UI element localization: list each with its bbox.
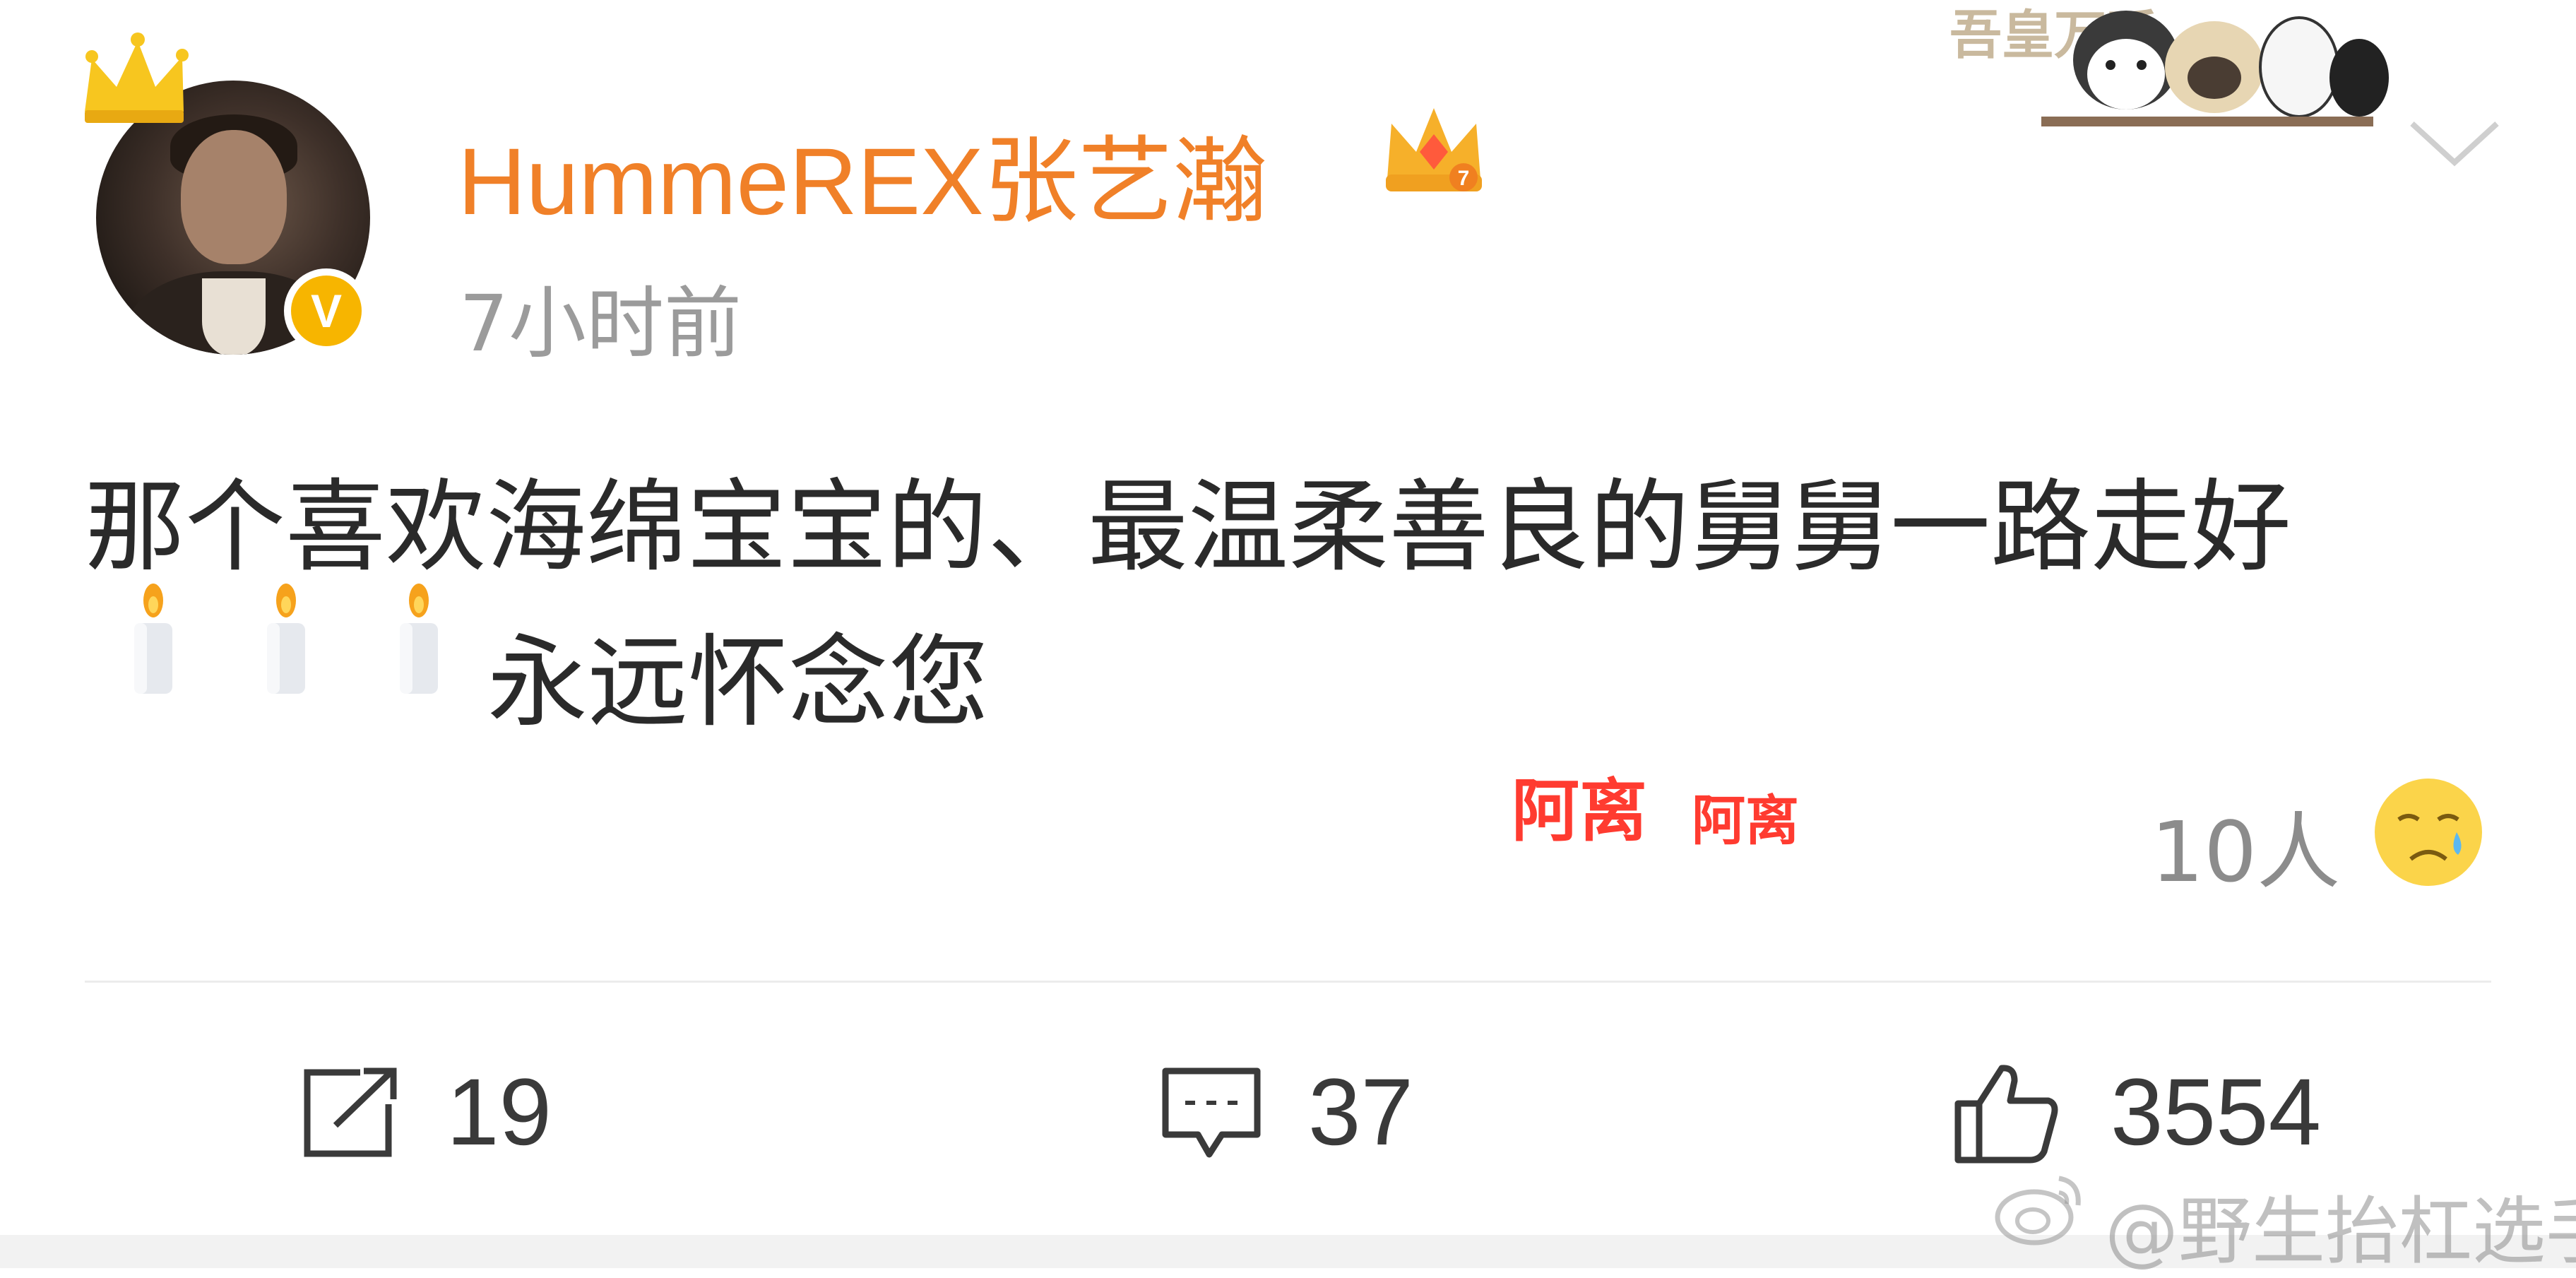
credit-text: @野生抬杠选手 xyxy=(2105,1188,2576,1274)
sticker-decoration-icon: 吾皇万睡 xyxy=(1949,5,2389,126)
post-text-line-1: 那个喜欢海绵宝宝的、最温柔善良的舅舅一路走好 xyxy=(85,469,2291,586)
comment-button[interactable]: 37 xyxy=(1158,1060,1455,1166)
candle-icon xyxy=(400,584,438,694)
post-text-line-2: 永远怀念您 xyxy=(487,625,989,741)
comment-count: 37 xyxy=(1308,1060,1414,1165)
vip-crown-icon[interactable]: 7 xyxy=(1377,95,1490,201)
tears-emoji-icon[interactable] xyxy=(2372,776,2485,889)
candle-icon xyxy=(267,584,305,694)
chevron-down-icon[interactable] xyxy=(2402,106,2507,177)
husky-sticker-icon xyxy=(2073,11,2179,110)
divider xyxy=(85,981,2491,983)
avatar-shirt xyxy=(202,278,266,355)
overlay-tag-small: 阿离 xyxy=(1692,789,1799,852)
svg-text:7: 7 xyxy=(1458,167,1470,190)
post-timestamp: 7小时前 xyxy=(459,278,742,369)
repost-count: 19 xyxy=(446,1060,552,1165)
pug-sticker-icon xyxy=(2165,21,2264,113)
like-count: 3554 xyxy=(2111,1060,2322,1165)
crown-icon xyxy=(85,32,189,123)
overlay-tag-large: 阿离 xyxy=(1512,771,1647,851)
cats-sticker-icon xyxy=(2259,16,2389,118)
repost-icon xyxy=(304,1067,397,1157)
author-name[interactable]: HummeREX张艺瀚 xyxy=(458,105,1268,242)
verified-badge-icon: V xyxy=(284,268,369,353)
reaction-count[interactable]: 10人 xyxy=(2151,784,2340,905)
credit-watermark: @野生抬杠选手 xyxy=(1999,1171,2576,1278)
avatar-face xyxy=(181,130,287,264)
repost-button[interactable]: 19 xyxy=(297,1060,593,1166)
candle-icon xyxy=(134,584,172,694)
like-button[interactable]: 3554 xyxy=(1949,1060,2345,1166)
thumbs-up-icon xyxy=(1954,1065,2058,1164)
comment-icon xyxy=(1162,1067,1261,1158)
